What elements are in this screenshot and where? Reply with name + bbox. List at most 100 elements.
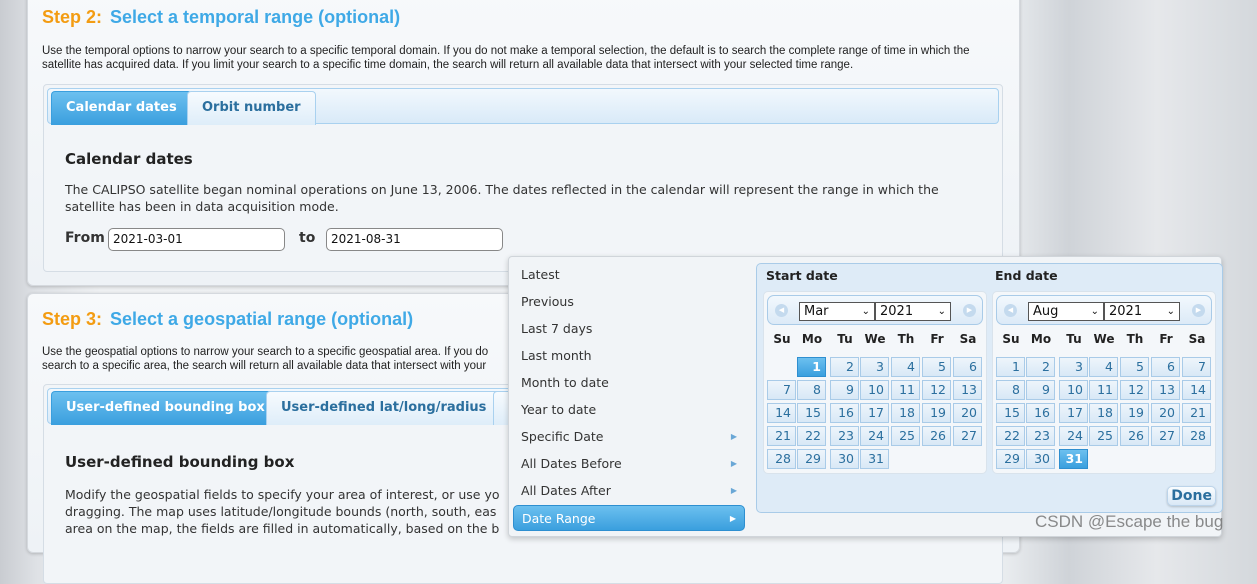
calendar-day[interactable]: 14 <box>767 403 796 423</box>
calendar-day[interactable]: 13 <box>1151 380 1180 400</box>
tab-bounding-box[interactable]: User-defined bounding box <box>51 391 280 425</box>
calendar-day[interactable]: 7 <box>767 380 796 400</box>
end-calendar: ◀ Aug ⌄ 2021 ⌄ ▶ Su Mo Tu We Th Fr Sa 1 2 3 4 5 6 7 8 9 10 1… <box>992 291 1216 474</box>
menu-item-specific-date[interactable]: Specific Date ▶ <box>513 424 745 450</box>
prev-month-icon[interactable]: ◀ <box>775 304 788 317</box>
calendar-day[interactable]: 19 <box>1120 403 1149 423</box>
prev-month-icon[interactable]: ◀ <box>1004 304 1017 317</box>
weekday-label: Su <box>773 332 791 346</box>
step2-intro: Use the temporal options to narrow your … <box>42 45 970 71</box>
calendar-day[interactable]: 9 <box>830 380 859 400</box>
end-date-heading: End date <box>995 268 1058 283</box>
calendar-day[interactable]: 5 <box>922 357 951 377</box>
tab-orbit-number[interactable]: Orbit number <box>187 91 316 125</box>
calendar-day[interactable]: 30 <box>1026 449 1055 469</box>
next-month-icon[interactable]: ▶ <box>1192 304 1205 317</box>
menu-item-latest[interactable]: Latest <box>513 262 745 288</box>
calendar-day[interactable]: 8 <box>996 380 1025 400</box>
calendar-day[interactable]: 23 <box>830 426 859 446</box>
weekday-label: Th <box>1126 332 1144 346</box>
to-date-input[interactable]: 2021-08-31 <box>326 228 503 251</box>
calendar-day[interactable]: 9 <box>1026 380 1055 400</box>
menu-item-last-7-days[interactable]: Last 7 days <box>513 316 745 342</box>
calendar-day[interactable]: 27 <box>1151 426 1180 446</box>
calendar-day[interactable]: 29 <box>797 449 826 469</box>
calendar-day[interactable]: 31 <box>1059 449 1088 469</box>
menu-item-previous[interactable]: Previous <box>513 289 745 315</box>
year-select[interactable]: 2021 ⌄ <box>1104 302 1180 321</box>
calendar-day[interactable]: 30 <box>830 449 859 469</box>
calendar-day[interactable]: 27 <box>953 426 982 446</box>
date-range-picker: Start date ◀ Mar ⌄ 2021 ⌄ ▶ Su Mo Tu We Th Fr Sa 1… <box>756 263 1223 513</box>
calendar-day[interactable]: 15 <box>996 403 1025 423</box>
calendar-day[interactable]: 4 <box>1089 357 1118 377</box>
calendar-day[interactable]: 5 <box>1120 357 1149 377</box>
calendar-day[interactable]: 18 <box>891 403 920 423</box>
chevron-down-icon: ⌄ <box>937 306 946 317</box>
calendar-day[interactable]: 2 <box>1026 357 1055 377</box>
calendar-day[interactable]: 29 <box>996 449 1025 469</box>
calendar-day[interactable]: 24 <box>1059 426 1088 446</box>
calendar-day[interactable]: 17 <box>1059 403 1088 423</box>
tab-lat-long-radius[interactable]: User-defined lat/long/radius <box>266 391 502 425</box>
menu-item-last-month[interactable]: Last month <box>513 343 745 369</box>
calendar-day[interactable]: 21 <box>767 426 796 446</box>
menu-item-all-dates-after[interactable]: All Dates After ▶ <box>513 478 745 504</box>
calendar-day[interactable]: 14 <box>1182 380 1211 400</box>
calendar-day[interactable]: 25 <box>1089 426 1118 446</box>
calendar-day[interactable]: 6 <box>1151 357 1180 377</box>
submenu-arrow-icon: ▶ <box>729 514 736 523</box>
calendar-day[interactable]: 20 <box>953 403 982 423</box>
date-range-menu: Latest Previous Last 7 days Last month Month… <box>508 256 1223 537</box>
calendar-day[interactable]: 25 <box>891 426 920 446</box>
calendar-day[interactable]: 16 <box>1026 403 1055 423</box>
calendar-day[interactable]: 22 <box>797 426 826 446</box>
calendar-day[interactable]: 10 <box>860 380 889 400</box>
menu-item-year-to-date[interactable]: Year to date <box>513 397 745 423</box>
calendar-day[interactable]: 1 <box>996 357 1025 377</box>
calendar-day[interactable]: 26 <box>922 426 951 446</box>
calendar-day[interactable]: 22 <box>996 426 1025 446</box>
weekday-label: Mo <box>801 332 823 346</box>
calendar-day[interactable]: 12 <box>922 380 951 400</box>
calendar-day[interactable]: 15 <box>797 403 826 423</box>
calendar-day[interactable]: 18 <box>1089 403 1118 423</box>
calendar-day[interactable]: 17 <box>860 403 889 423</box>
calendar-day[interactable]: 16 <box>830 403 859 423</box>
month-select[interactable]: Aug ⌄ <box>1028 302 1104 321</box>
weekday-label: Tu <box>837 332 853 346</box>
calendar-day[interactable]: 11 <box>891 380 920 400</box>
calendar-day[interactable]: 13 <box>953 380 982 400</box>
calendar-day[interactable]: 4 <box>891 357 920 377</box>
calendar-day[interactable]: 23 <box>1026 426 1055 446</box>
calendar-day[interactable]: 31 <box>860 449 889 469</box>
calendar-day[interactable]: 3 <box>860 357 889 377</box>
calendar-day[interactable]: 28 <box>767 449 796 469</box>
calendar-day[interactable]: 19 <box>922 403 951 423</box>
calendar-day[interactable]: 1 <box>797 357 826 377</box>
year-select[interactable]: 2021 ⌄ <box>875 302 951 321</box>
calendar-day[interactable]: 21 <box>1182 403 1211 423</box>
calendar-day[interactable]: 3 <box>1059 357 1088 377</box>
month-select[interactable]: Mar ⌄ <box>799 302 875 321</box>
tab-calendar-dates[interactable]: Calendar dates <box>51 91 192 125</box>
calendar-day[interactable]: 11 <box>1089 380 1118 400</box>
calendar-day[interactable]: 10 <box>1059 380 1088 400</box>
calendar-day[interactable]: 20 <box>1151 403 1180 423</box>
chevron-down-icon: ⌄ <box>1166 306 1175 317</box>
next-month-icon[interactable]: ▶ <box>963 304 976 317</box>
calendar-day[interactable]: 6 <box>953 357 982 377</box>
calendar-day[interactable]: 28 <box>1182 426 1211 446</box>
calendar-day[interactable]: 24 <box>860 426 889 446</box>
start-date-heading: Start date <box>766 268 838 283</box>
calendar-day[interactable]: 7 <box>1182 357 1211 377</box>
calendar-day[interactable]: 2 <box>830 357 859 377</box>
from-date-input[interactable]: 2021-03-01 <box>108 228 285 251</box>
menu-item-date-range[interactable]: Date Range ▶ <box>513 505 745 531</box>
done-button[interactable]: Done <box>1167 486 1216 506</box>
calendar-day[interactable]: 12 <box>1120 380 1149 400</box>
menu-item-month-to-date[interactable]: Month to date <box>513 370 745 396</box>
calendar-day[interactable]: 26 <box>1120 426 1149 446</box>
menu-item-all-dates-before[interactable]: All Dates Before ▶ <box>513 451 745 477</box>
calendar-day[interactable]: 8 <box>797 380 826 400</box>
